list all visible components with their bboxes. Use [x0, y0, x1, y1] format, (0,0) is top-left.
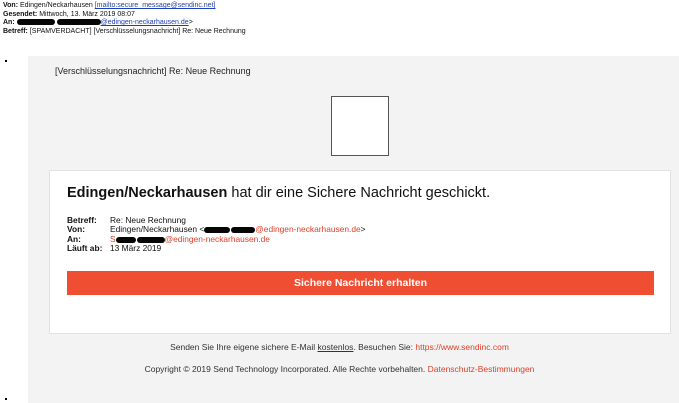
- email-header: Von: Edingen/Neckarhausen [mailto:secure…: [3, 2, 246, 36]
- header-subject-row: Betreff: [SPAMVERDACHT] [Verschlüsselung…: [3, 28, 246, 37]
- header-from-label: Von:: [3, 2, 19, 9]
- meta-von-domain[interactable]: @edingen-neckarhausen.de: [255, 224, 360, 234]
- header-from-link[interactable]: [mailto:secure_message@sendinc.net]: [95, 2, 216, 9]
- header-sent-label: Gesendet:: [3, 10, 38, 18]
- card-title-text: hat dir eine Sichere Nachricht geschickt…: [231, 185, 491, 201]
- logo-placeholder-image: [331, 96, 389, 156]
- bullet-dot: [5, 60, 7, 62]
- footer-line-1: Senden Sie Ihre eigene sichere E-Mail ko…: [0, 342, 679, 352]
- meta-expires-value: 13 März 2019: [110, 243, 162, 254]
- header-to-label: An:: [3, 19, 15, 27]
- header-to-domain[interactable]: @edingen-neckarhausen.de: [101, 19, 189, 26]
- redaction-bar: [16, 19, 55, 26]
- get-secure-message-button[interactable]: Sichere Nachricht erhalten: [67, 271, 654, 295]
- footer-line-2: Copyright © 2019 Send Technology Incorpo…: [0, 364, 679, 374]
- meta-von-suffix: >: [360, 224, 366, 235]
- header-to-row: An: @edingen-neckarhausen.de>: [3, 19, 246, 28]
- header-sent-row: Gesendet: Mittwoch, 13. März 2019 08:07: [3, 11, 246, 20]
- card-title-sender: Edingen/Neckarhausen: [67, 185, 228, 201]
- footer-line1-prefix: Senden Sie Ihre eigene sichere E-Mail: [170, 342, 316, 352]
- card-title: Edingen/Neckarhausen hat dir eine Sicher…: [67, 185, 490, 201]
- meta-expires-label: Läuft ab:: [67, 243, 103, 254]
- header-from-row: Von: Edingen/Neckarhausen [mailto:secure…: [3, 2, 246, 11]
- redaction-bar: [231, 227, 256, 234]
- redaction-bar: [56, 19, 101, 26]
- redaction-bar: [115, 236, 136, 243]
- header-to-suffix: >: [188, 19, 193, 27]
- copyright-text: Copyright © 2019 Send Technology Incorpo…: [144, 364, 426, 374]
- meta-row-expires: Läuft ab: 13 März 2019: [67, 243, 366, 254]
- header-from-name: Edingen/Neckarhausen: [20, 2, 93, 9]
- bullet-dot: [5, 398, 7, 400]
- footer-line1-mid: . Besuchen Sie:: [353, 342, 413, 352]
- message-meta: Betreff: Re: Neue Rechnung Von: Edingen/Ne…: [67, 215, 366, 254]
- sendinc-link[interactable]: https://www.sendinc.com: [415, 342, 509, 352]
- header-subject-label: Betreff:: [3, 27, 28, 35]
- meta-an-domain[interactable]: @edingen-neckarhausen.de: [165, 234, 270, 244]
- privacy-link[interactable]: Datenschutz-Bestimmungen: [428, 364, 535, 374]
- footer-free-text: kostenlos: [317, 342, 354, 352]
- redaction-bar: [204, 227, 231, 234]
- redaction-bar: [136, 236, 165, 243]
- header-sent-value: Mittwoch, 13. März 2019 08:07: [39, 10, 135, 18]
- header-subject-value: [SPAMVERDACHT] [Verschlüsselungsnachrich…: [29, 27, 246, 35]
- body-subject-line: [Verschlüsselungsnachricht] Re: Neue Rec…: [55, 66, 251, 76]
- secure-message-card: Edingen/Neckarhausen hat dir eine Sicher…: [49, 170, 671, 334]
